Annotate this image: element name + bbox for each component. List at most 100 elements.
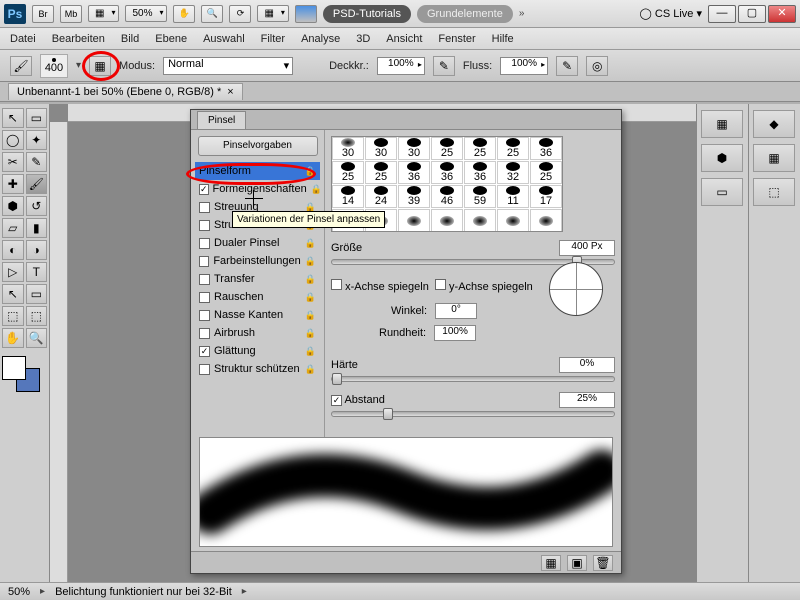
checkbox[interactable] [199, 202, 210, 213]
screen-mode-icon[interactable] [295, 5, 317, 23]
wand-tool[interactable]: ✦ [26, 130, 48, 150]
lock-icon[interactable]: 🔒 [305, 256, 316, 267]
panel-icon-3[interactable]: ▭ [701, 178, 743, 206]
brush-panel-toggle[interactable]: ▦ [89, 56, 111, 76]
brush-thumb[interactable] [431, 209, 463, 232]
checkbox[interactable] [199, 220, 210, 231]
brush-thumb[interactable]: 25 [530, 161, 562, 184]
minimize-button[interactable]: — [708, 5, 736, 23]
3d-camera-tool[interactable]: ⬚ [26, 306, 48, 326]
brush-option-8[interactable]: Nasse Kanten🔒 [195, 306, 320, 324]
lock-icon[interactable]: 🔒 [305, 292, 316, 303]
menu-fenster[interactable]: Fenster [438, 33, 475, 45]
panel-icon-1[interactable]: ▦ [701, 110, 743, 138]
brush-thumb[interactable]: 59 [464, 185, 496, 208]
rotate-view-icon[interactable]: ⟳ [229, 5, 251, 23]
marquee-tool[interactable]: ▭ [26, 108, 48, 128]
blur-tool[interactable]: ◐ [2, 240, 24, 260]
brush-thumb[interactable] [530, 209, 562, 232]
opacity-field[interactable]: 100% [377, 57, 425, 75]
size-field[interactable]: 400 Px [559, 240, 615, 256]
heal-tool[interactable]: ✚ [2, 174, 24, 194]
menu-bearbeiten[interactable]: Bearbeiten [52, 33, 105, 45]
brush-thumb[interactable]: 30 [332, 137, 364, 160]
stamp-tool[interactable]: ⬢ [2, 196, 24, 216]
lock-icon[interactable]: 🔒 [305, 166, 316, 177]
brush-option-6[interactable]: Transfer🔒 [195, 270, 320, 288]
zoom-dropdown[interactable]: 50% [125, 5, 167, 22]
view-extras-dropdown[interactable]: ▦ [88, 5, 119, 22]
hardness-field[interactable]: 0% [559, 357, 615, 373]
brush-thumb[interactable]: 32 [497, 161, 529, 184]
pen-tool[interactable]: ▷ [2, 262, 24, 282]
checkbox[interactable]: ✓ [199, 346, 210, 357]
brush-option-0[interactable]: Pinselform🔒 [195, 162, 320, 180]
lock-icon[interactable]: 🔒 [305, 238, 316, 249]
brush-option-9[interactable]: Airbrush🔒 [195, 324, 320, 342]
opacity-pressure-icon[interactable]: ✎ [433, 56, 455, 76]
menu-3d[interactable]: 3D [356, 33, 370, 45]
brush-thumb[interactable]: 25 [464, 137, 496, 160]
brush-thumb[interactable] [398, 209, 430, 232]
lock-icon[interactable]: 🔒 [305, 346, 316, 357]
brush-thumb[interactable]: 11 [497, 185, 529, 208]
roundness-field[interactable]: 100% [434, 325, 476, 341]
panel-icon-6[interactable]: ⬚ [753, 178, 795, 206]
lasso-tool[interactable]: ◯ [2, 130, 24, 150]
checkbox[interactable] [199, 274, 210, 285]
brush-option-11[interactable]: Struktur schützen🔒 [195, 360, 320, 378]
lock-icon[interactable]: 🔒 [305, 328, 316, 339]
close-tab-icon[interactable]: × [227, 86, 233, 98]
dodge-tool[interactable]: ◑ [26, 240, 48, 260]
brush-option-4[interactable]: Dualer Pinsel🔒 [195, 234, 320, 252]
checkbox[interactable] [199, 292, 210, 303]
brush-presets-button[interactable]: Pinselvorgaben [198, 136, 318, 156]
menu-datei[interactable]: Datei [10, 33, 36, 45]
shape-tool[interactable]: ▭ [26, 284, 48, 304]
menu-filter[interactable]: Filter [261, 33, 285, 45]
zoom-tool-icon[interactable]: 🔍 [201, 5, 223, 23]
brush-thumb[interactable] [497, 209, 529, 232]
move-tool[interactable]: ↖ [2, 108, 24, 128]
lock-icon[interactable]: 🔒 [305, 274, 316, 285]
angle-picker[interactable] [549, 262, 603, 316]
menu-auswahl[interactable]: Auswahl [203, 33, 245, 45]
workspace-pill-2[interactable]: Grundelemente [417, 5, 513, 23]
hand-tool-icon[interactable]: ✋ [173, 5, 195, 23]
spacing-field[interactable]: 25% [559, 392, 615, 408]
brush-tool[interactable]: 🖌 [26, 174, 48, 194]
spacing-checkbox[interactable]: ✓ [331, 395, 342, 406]
panel-icon-4[interactable]: ◆ [753, 110, 795, 138]
brush-thumb[interactable]: 36 [464, 161, 496, 184]
flow-field[interactable]: 100% [500, 57, 548, 75]
tool-preset-icon[interactable]: 🖌 [10, 56, 32, 76]
arrange-docs-dropdown[interactable]: ▦ [257, 5, 288, 22]
checkbox[interactable] [199, 238, 210, 249]
menu-bild[interactable]: Bild [121, 33, 139, 45]
close-button[interactable]: ✕ [768, 5, 796, 23]
color-swatches[interactable] [2, 356, 42, 392]
chevron-right-icon[interactable]: » [519, 8, 525, 19]
chevron-down-icon[interactable]: ▾ [76, 60, 81, 71]
brush-thumb[interactable]: 46 [431, 185, 463, 208]
gradient-tool[interactable]: ▮ [26, 218, 48, 238]
history-brush-tool[interactable]: ↺ [26, 196, 48, 216]
menu-ansicht[interactable]: Ansicht [386, 33, 422, 45]
new-brush-icon[interactable]: ▣ [567, 555, 587, 571]
checkbox[interactable] [199, 256, 209, 267]
brush-thumb[interactable]: 25 [332, 161, 364, 184]
spacing-slider[interactable] [331, 411, 615, 417]
document-tab[interactable]: Unbenannt-1 bei 50% (Ebene 0, RGB/8) *× [8, 83, 243, 100]
hand-tool[interactable]: ✋ [2, 328, 24, 348]
airbrush-icon[interactable]: ✎ [556, 56, 578, 76]
brush-option-7[interactable]: Rauschen🔒 [195, 288, 320, 306]
brush-preview[interactable]: 400 [40, 54, 68, 78]
menu-ebene[interactable]: Ebene [155, 33, 187, 45]
menu-analyse[interactable]: Analyse [301, 33, 340, 45]
brush-thumb[interactable]: 30 [398, 137, 430, 160]
cslive-label[interactable]: ◯ CS Live ▾ [640, 7, 702, 20]
panel-icon[interactable]: ▦ [541, 555, 561, 571]
type-tool[interactable]: T [26, 262, 48, 282]
menu-hilfe[interactable]: Hilfe [492, 33, 514, 45]
brush-thumb[interactable]: 25 [497, 137, 529, 160]
